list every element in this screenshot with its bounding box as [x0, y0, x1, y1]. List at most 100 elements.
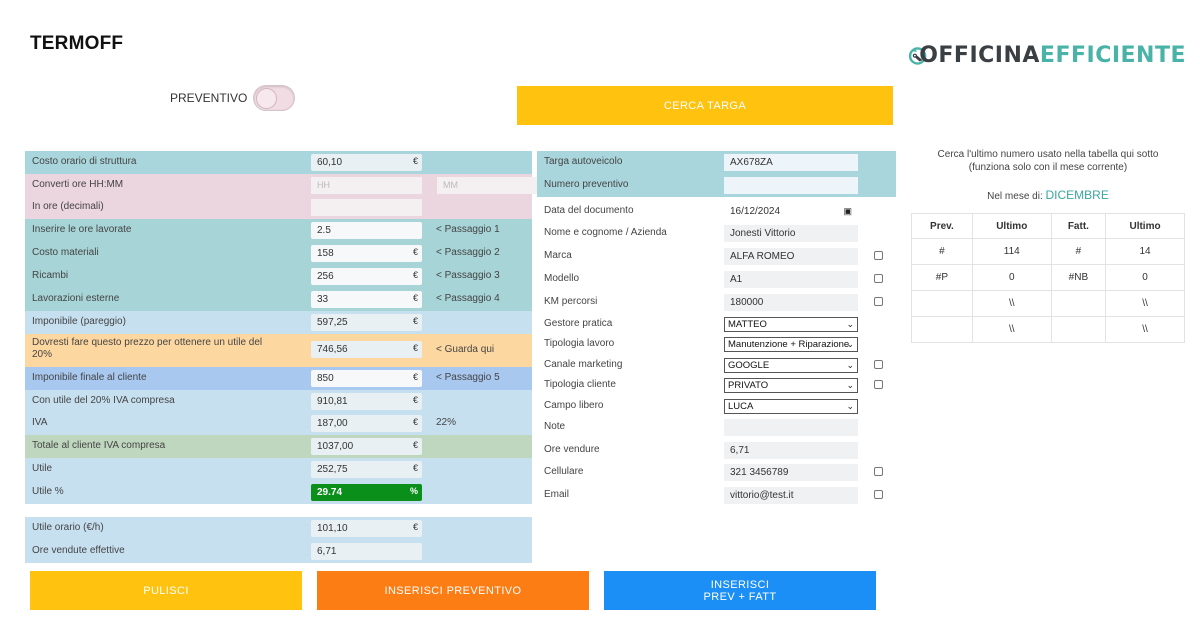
cellulare-input[interactable]: 321 3456789 [724, 464, 858, 481]
ore-vendure-label: Ore vendure [544, 444, 600, 455]
row-iva: IVA 187,00 € 22% [25, 412, 532, 435]
ore-vendute-effettive-output: 6,71 [311, 543, 422, 560]
table-cell [911, 316, 973, 343]
cerca-targa-button[interactable]: CERCA TARGA [517, 86, 893, 125]
costo-orario-input[interactable]: 60,10 € [311, 154, 422, 171]
marca-input[interactable]: ALFA ROMEO [724, 248, 858, 265]
email-input[interactable]: vittorio@test.it [724, 487, 858, 504]
modello-checkbox[interactable] [874, 274, 883, 283]
totale-label: Totale al cliente IVA compresa [32, 440, 166, 451]
dovresti-output: 746,56 € [311, 341, 422, 358]
row-ore-lavorate: Inserire le ore lavorate 2.5 < Passaggio… [25, 219, 532, 242]
passaggio-2-note: < Passaggio 2 [436, 247, 500, 258]
row-modello: Modello A1 [537, 268, 896, 291]
campo-libero-value: LUCA [728, 401, 754, 412]
row-lavorazioni-esterne: Lavorazioni esterne 33 € < Passaggio 4 [25, 288, 532, 311]
preventivo-toggle-group: PREVENTIVO [170, 85, 296, 111]
row-costo-orario: Costo orario di struttura 60,10 € [25, 151, 532, 174]
cellulare-checkbox[interactable] [874, 467, 883, 476]
inserisci-prev-fatt-button[interactable]: INSERISCI PREV + FATT [604, 571, 876, 610]
costo-orario-value: 60,10 [317, 157, 343, 168]
row-utile-percent: Utile % 29.74% [25, 481, 532, 504]
lavorazioni-esterne-input[interactable]: 33 € [311, 291, 422, 308]
costo-materiali-value: 158 [317, 248, 334, 259]
imponibile-finale-value: 850 [317, 373, 334, 384]
data-documento-label: Data del documento [544, 205, 634, 216]
imponibile-finale-input[interactable]: 850 € [311, 370, 422, 387]
utile-orario-value: 101,10 [317, 523, 348, 534]
table-header-cell: Ultimo [971, 213, 1052, 239]
row-tipologia-lavoro: Tipologia lavoro Manutenzione + Riparazi… [537, 333, 896, 356]
row-ore-vendute-effettive: Ore vendute effettive 6,71 [25, 540, 532, 563]
ore-vendute-effettive-value: 6,71 [317, 546, 337, 557]
in-ore-input[interactable] [311, 199, 422, 216]
euro-unit: € [412, 270, 418, 280]
nome-input[interactable]: Jonesti Vittorio [724, 225, 858, 242]
km-input[interactable]: 180000 [724, 294, 858, 311]
logo-text-officina: OFFICINA [919, 43, 1040, 68]
row-converti-ore: Converti ore HH:MM HH MM [25, 174, 549, 197]
chevron-down-icon: ⌄ [846, 401, 854, 411]
numero-preventivo-input[interactable] [724, 177, 858, 194]
table-cell: 14 [1105, 238, 1185, 265]
inserisci-preventivo-button[interactable]: INSERISCI PREVENTIVO [317, 571, 589, 610]
imponibile-pareggio-label: Imponibile (pareggio) [32, 316, 126, 327]
euro-unit: € [412, 395, 418, 405]
costo-materiali-input[interactable]: 158 € [311, 245, 422, 262]
totale-output: 1037,00 € [311, 438, 422, 455]
canale-marketing-checkbox[interactable] [874, 360, 883, 369]
euro-unit: € [412, 316, 418, 326]
tipologia-lavoro-label: Tipologia lavoro [544, 338, 615, 349]
row-cellulare: Cellulare 321 3456789 [537, 461, 896, 484]
row-utile: Utile 252,75 € [25, 458, 532, 481]
data-documento-value: 16/12/2024 [730, 206, 781, 217]
preventivo-toggle-label: PREVENTIVO [170, 91, 248, 105]
table-row: # 114 # 14 [911, 238, 1185, 265]
con-utile-output: 910,81 € [311, 393, 422, 410]
row-km: KM percorsi 180000 [537, 291, 896, 314]
chevron-down-icon: ⌄ [846, 360, 854, 370]
costo-orario-label: Costo orario di struttura [32, 156, 137, 167]
campo-libero-select[interactable]: LUCA ⌄ [724, 399, 858, 414]
email-checkbox[interactable] [874, 490, 883, 499]
table-header-row: Prev. Ultimo Fatt. Ultimo [911, 213, 1185, 239]
cellulare-label: Cellulare [544, 466, 584, 477]
tipologia-cliente-checkbox[interactable] [874, 380, 883, 389]
row-in-ore: In ore (decimali) [25, 196, 532, 219]
tipologia-lavoro-value: Manutenzione + Riparazione [728, 339, 850, 350]
canale-marketing-select[interactable]: GOOGLE ⌄ [724, 358, 858, 373]
ultimo-numero-table: Prev. Ultimo Fatt. Ultimo # 114 # 14 #P … [911, 213, 1185, 343]
dovresti-label: Dovresti fare questo prezzo per ottenere… [32, 337, 262, 361]
imponibile-pareggio-output: 597,25 € [311, 314, 422, 331]
pulisci-button[interactable]: PULISCI [30, 571, 302, 610]
utile-label: Utile [32, 463, 53, 474]
modello-input[interactable]: A1 [724, 271, 858, 288]
data-documento-input[interactable]: 16/12/2024 ▣ [724, 203, 858, 220]
utile-percent-value: 29.74 [317, 487, 343, 498]
mese-indicator: Nel mese di: DICEMBRE [911, 188, 1185, 202]
table-cell: 0 [1105, 264, 1185, 291]
note-input[interactable] [724, 419, 858, 436]
preventivo-toggle[interactable] [253, 85, 296, 111]
utile-value: 252,75 [317, 464, 348, 475]
table-cell: 0 [971, 264, 1052, 291]
calendar-icon[interactable]: ▣ [843, 206, 852, 217]
marca-checkbox[interactable] [874, 251, 883, 260]
chevron-down-icon: ⌄ [846, 380, 854, 390]
gestore-select[interactable]: MATTEO ⌄ [724, 317, 858, 332]
ore-lavorate-input[interactable]: 2.5 [311, 222, 422, 239]
note-label: Note [544, 421, 566, 432]
tipologia-cliente-select[interactable]: PRIVATO ⌄ [724, 378, 858, 393]
tipologia-lavoro-select[interactable]: Manutenzione + Riparazione ⌄ [724, 337, 858, 352]
km-checkbox[interactable] [874, 297, 883, 306]
imponibile-finale-label: Imponibile finale al cliente [32, 372, 147, 383]
hh-input[interactable]: HH [311, 177, 422, 194]
table-cell: \\ [1105, 290, 1185, 317]
costo-materiali-label: Costo materiali [32, 247, 99, 258]
gestore-label: Gestore pratica [544, 318, 613, 329]
row-imponibile-finale: Imponibile finale al cliente 850 € < Pass… [25, 367, 532, 390]
targa-input[interactable]: AX678ZA [724, 154, 858, 171]
ricambi-input[interactable]: 256 € [311, 268, 422, 285]
table-cell: # [911, 238, 973, 265]
mm-input[interactable]: MM [437, 177, 549, 194]
